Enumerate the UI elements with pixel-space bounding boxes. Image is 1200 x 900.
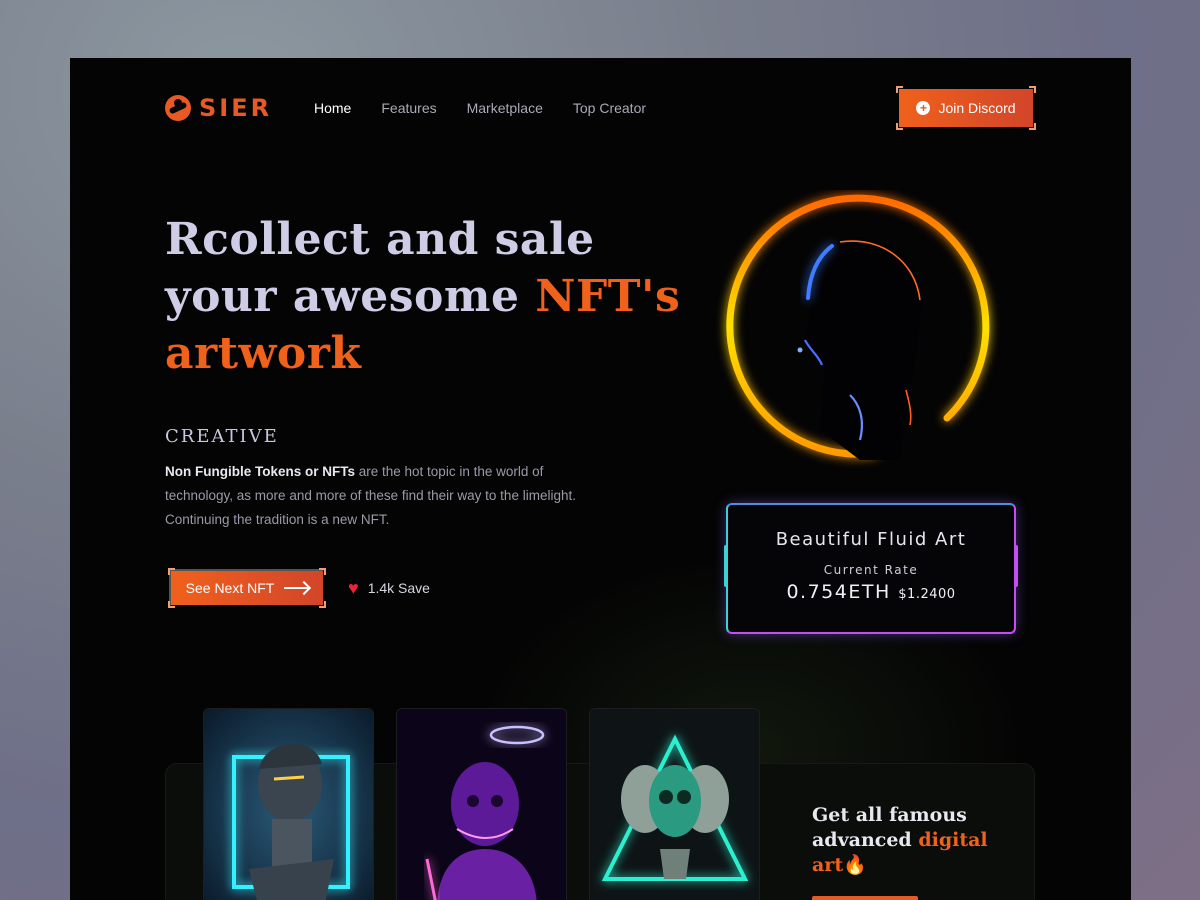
sier-logo-icon: [165, 95, 191, 121]
statue-blue-image: [204, 709, 373, 900]
promo-line3: art: [812, 854, 844, 876]
price-eth: 0.754ETH: [786, 581, 891, 603]
corner-deco: [1029, 86, 1036, 93]
promo-line2-accent: digital: [918, 829, 988, 851]
see-next-nft-label: See Next NFT: [185, 580, 275, 596]
corner-deco: [319, 601, 326, 608]
hero-title-line1: Rcollect and sale: [165, 214, 595, 265]
hero-title-line3: artwork: [165, 328, 362, 379]
fire-icon: 🔥: [843, 854, 867, 876]
corner-deco: [896, 123, 903, 130]
join-discord-label: Join Discord: [938, 100, 1016, 116]
featured-nft-card[interactable]: Beautiful Fluid Art Current Rate 0.754ET…: [724, 503, 1018, 634]
corner-deco: [168, 568, 175, 575]
brand-name: SIER: [199, 94, 273, 122]
nft-thumbnail[interactable]: [203, 708, 374, 900]
promo-line1: Get all famous: [812, 804, 967, 826]
brand-logo[interactable]: SIER: [165, 94, 272, 122]
corner-deco: [319, 568, 326, 575]
nav-item-top-creator[interactable]: Top Creator: [573, 100, 646, 116]
promo-line2: advanced: [812, 829, 919, 851]
current-rate-value: 0.754ETH $1.2400: [728, 581, 1014, 603]
hero-title: Rcollect and sale your awesome NFT's art…: [165, 211, 685, 382]
promo-button[interactable]: [812, 896, 918, 900]
plus-circle-icon: +: [916, 101, 931, 115]
nav-item-features[interactable]: Features: [381, 100, 436, 116]
arrow-right-icon: [284, 587, 309, 589]
price-usd: $1.2400: [898, 587, 956, 602]
hero-title-accent: NFT's: [535, 271, 681, 322]
save-counter[interactable]: ♥ 1.4k Save: [348, 578, 430, 598]
hero-description-bold: Non Fungible Tokens or NFTs: [165, 464, 355, 479]
promo-heading: Get all famous advanced digital art🔥: [812, 803, 1032, 878]
hero-title-line2: your awesome: [165, 271, 536, 322]
corner-deco: [168, 601, 175, 608]
nft-thumbnail[interactable]: [589, 708, 760, 900]
nav-item-home[interactable]: Home: [314, 100, 351, 116]
nav-item-marketplace[interactable]: Marketplace: [467, 100, 543, 116]
featured-artwork: [710, 190, 1010, 480]
corner-deco: [896, 86, 903, 93]
skeleton-purple-image: [397, 709, 566, 900]
see-next-nft-button[interactable]: See Next NFT: [168, 568, 326, 608]
hero-description: Non Fungible Tokens or NFTs are the hot …: [165, 460, 605, 532]
app-frame: SIER Home Features Marketplace Top Creat…: [70, 58, 1131, 900]
featured-artwork-image: [726, 194, 990, 460]
card-accent-right: [1014, 545, 1018, 587]
nft-thumbnail[interactable]: [396, 708, 567, 900]
join-discord-button[interactable]: + Join Discord: [896, 86, 1036, 130]
card-accent-left: [724, 545, 728, 587]
current-rate-label: Current Rate: [823, 563, 919, 577]
corner-deco: [1029, 123, 1036, 130]
main-nav: Home Features Marketplace Top Creator: [314, 100, 646, 116]
heart-icon: ♥: [348, 578, 359, 598]
featured-nft-title: Beautiful Fluid Art: [775, 529, 967, 550]
hero-eyebrow: CREATIVE: [165, 426, 279, 447]
triple-skull-image: [590, 709, 759, 900]
save-count: 1.4k Save: [367, 580, 430, 596]
